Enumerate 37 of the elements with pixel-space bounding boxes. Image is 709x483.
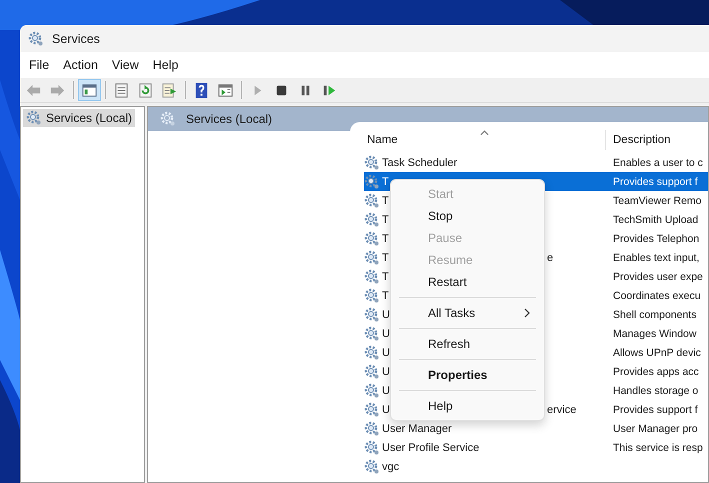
service-description: Provides apps acc	[613, 366, 699, 378]
service-description: Coordinates execu	[613, 290, 701, 302]
service-name: T	[382, 176, 389, 188]
service-name: U	[382, 308, 390, 320]
service-name: U	[382, 328, 390, 340]
service-name: U	[382, 366, 390, 378]
service-description: Provides support f	[613, 404, 698, 416]
service-name: T	[382, 290, 389, 302]
service-description: Provides support f	[613, 176, 698, 188]
service-name: U	[382, 384, 390, 396]
service-description: Provides user expe	[613, 270, 703, 282]
service-name: ervice	[547, 404, 576, 416]
service-description: This service is resp	[613, 442, 703, 454]
service-description: Allows UPnP devic	[613, 346, 701, 358]
service-name: T	[382, 252, 389, 264]
service-description: Manages Window	[613, 328, 696, 340]
service-name: U	[382, 404, 390, 416]
service-description: User Manager pro	[613, 422, 698, 434]
service-name: T	[382, 232, 389, 244]
service-name: Task Scheduler	[382, 156, 458, 168]
service-name: T	[382, 194, 389, 206]
service-description: Provides Telephon	[613, 232, 700, 244]
pane-title: Services (Local)	[186, 112, 272, 126]
service-name: e	[547, 252, 554, 264]
service-name: vgc	[382, 460, 400, 472]
window-title: Services	[52, 32, 100, 46]
service-description: TeamViewer Remo	[613, 194, 702, 206]
service-name: User Manager	[382, 422, 452, 434]
service-description: Shell components	[613, 308, 696, 320]
service-name: U	[382, 346, 390, 358]
service-name: T	[382, 270, 389, 282]
service-name: T	[382, 214, 389, 226]
service-name: User Profile Service	[382, 442, 480, 454]
service-description: Enables text input,	[613, 252, 700, 264]
service-description: TechSmith Upload	[613, 214, 698, 226]
service-description: Handles storage o	[613, 384, 698, 396]
service-description: Enables a user to c	[613, 156, 703, 168]
